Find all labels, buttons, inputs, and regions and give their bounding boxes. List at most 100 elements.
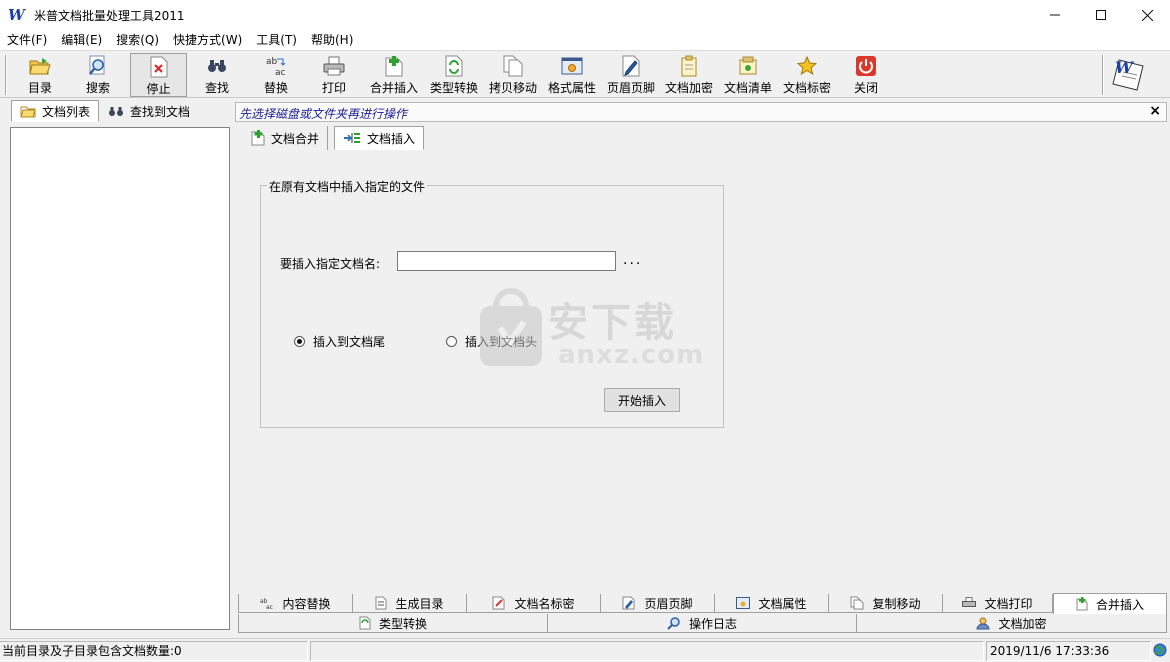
print-button[interactable]: 打印: [308, 53, 360, 97]
convert-icon: [443, 55, 465, 77]
tab-doc-merge[interactable]: 文档合并: [243, 126, 329, 150]
btab-doc-encrypt[interactable]: 文档加密: [856, 614, 1167, 633]
tab-doc-insert[interactable]: 文档插入: [334, 126, 425, 150]
svg-text:ac: ac: [266, 604, 273, 609]
close-icon: [1141, 9, 1153, 21]
app-icon: W: [8, 6, 25, 24]
panel-close-icon[interactable]: ×: [1149, 103, 1161, 119]
btab-copy-move[interactable]: 复制移动: [828, 594, 943, 613]
hint-bar: 先选择磁盘或文件夹再进行操作 ×: [235, 102, 1167, 122]
dir-button[interactable]: 目录: [14, 53, 66, 97]
replace-icon: ab ac: [260, 597, 274, 609]
word-doc-icon: W: [1111, 56, 1147, 92]
menu-tools[interactable]: 工具(T): [249, 30, 304, 50]
browse-button[interactable]: ...: [623, 252, 642, 268]
doc-plus-icon: [1076, 597, 1088, 611]
btab-doc-props[interactable]: 文档属性: [714, 594, 829, 613]
format-props-button[interactable]: 格式属性: [544, 53, 600, 97]
stop-button[interactable]: 停止: [130, 53, 187, 97]
left-panel: 文档列表 查找到文档: [3, 100, 232, 633]
menu-shortcut[interactable]: 快捷方式(W): [166, 30, 249, 50]
maximize-icon: [1096, 10, 1106, 20]
bottom-tabs-row2: 类型转换 操作日志 文档加密: [238, 614, 1167, 633]
toolbar-grip: [5, 55, 7, 95]
menu-search[interactable]: 搜索(Q): [109, 30, 166, 50]
properties-icon: [736, 597, 751, 609]
btab-name-mark[interactable]: 文档名标密: [466, 594, 601, 613]
file-tree[interactable]: [10, 127, 230, 630]
menu-file[interactable]: 文件(F): [0, 30, 54, 50]
list-icon: [737, 55, 759, 77]
properties-icon: [561, 55, 583, 77]
insert-icon: [343, 131, 361, 145]
search-button[interactable]: 搜索: [72, 53, 124, 97]
menu-help[interactable]: 帮助(H): [304, 30, 360, 50]
hint-text: 先选择磁盘或文件夹再进行操作: [239, 107, 408, 121]
header-footer-button[interactable]: 页眉页脚: [603, 53, 659, 97]
tab-found-docs[interactable]: 查找到文档: [99, 100, 199, 122]
doc-mark-button[interactable]: 文档标密: [779, 53, 835, 97]
binoculars-icon: [206, 55, 228, 77]
user-lock-icon: [976, 616, 990, 630]
close-app-button[interactable]: 关闭: [840, 53, 892, 97]
doc-count-status: 当前目录及子目录包含文档数量:0: [0, 641, 308, 661]
bottom-tabs-row1: ab ac 内容替换 生成目录 文档名标密 页眉页脚 文档属性 复制移动 文档打印…: [238, 593, 1167, 615]
word-logo: W: [1109, 53, 1149, 97]
radio-insert-tail[interactable]: 插入到文档尾: [294, 333, 385, 350]
minimize-button[interactable]: [1032, 0, 1078, 30]
btab-op-log[interactable]: 操作日志: [547, 614, 857, 633]
menu-edit[interactable]: 编辑(E): [54, 30, 109, 50]
type-convert-button[interactable]: 类型转换: [426, 53, 482, 97]
radio-tail-indicator[interactable]: [294, 336, 305, 347]
globe-icon: [1153, 643, 1167, 660]
svg-text:ac: ac: [275, 68, 286, 77]
radio-head-indicator[interactable]: [446, 336, 457, 347]
encrypt-button[interactable]: 文档加密: [661, 53, 717, 97]
window-title: 米普文档批量处理工具2011: [34, 8, 185, 23]
btab-content-replace[interactable]: ab ac 内容替换: [238, 594, 353, 613]
title-bar: W 米普文档批量处理工具2011: [0, 0, 1170, 30]
search-icon: [667, 616, 681, 630]
btab-gen-toc[interactable]: 生成目录: [352, 594, 467, 613]
doc-list-button[interactable]: 文档清单: [720, 53, 776, 97]
operation-tabs: 文档合并 文档插入: [243, 126, 425, 150]
folder-icon: [20, 104, 36, 118]
merge-insert-button[interactable]: 合并插入: [366, 53, 422, 97]
minimize-icon: [1050, 14, 1060, 16]
lock-doc-icon: [678, 55, 700, 77]
find-button[interactable]: 查找: [191, 53, 243, 97]
toolbar: 目录 搜索 停止 查找 ab ac 替换 打印 合并插入 类型转换 拷贝移动 格…: [0, 50, 1170, 98]
star-icon: [796, 55, 818, 77]
tab-doc-list[interactable]: 文档列表: [11, 100, 100, 122]
btab-merge-insert[interactable]: 合并插入: [1053, 593, 1167, 615]
edit-page-icon: [620, 55, 642, 77]
replace-button[interactable]: ab ac 替换: [250, 53, 302, 97]
copy-move-button[interactable]: 拷贝移动: [485, 53, 541, 97]
left-tabs: 文档列表 查找到文档: [11, 100, 199, 122]
svg-text:W: W: [1115, 58, 1135, 77]
watermark: 安下载 anxz.com: [476, 288, 703, 372]
doc-name-input[interactable]: [397, 251, 616, 271]
toc-icon: [375, 596, 387, 610]
groupbox-title: 在原有文档中插入指定的文件: [267, 178, 428, 195]
watermark-subtext: anxz.com: [558, 340, 705, 370]
btab-header-footer[interactable]: 页眉页脚: [600, 594, 715, 613]
copy-icon: [502, 55, 524, 77]
replace-icon: ab ac: [265, 55, 287, 77]
binoculars-icon: [108, 105, 124, 118]
btab-doc-print[interactable]: 文档打印: [942, 594, 1053, 613]
status-bar: 当前目录及子目录包含文档数量:0 2019/11/6 17:33:36: [0, 638, 1170, 662]
search-icon: [87, 55, 109, 77]
printer-icon: [323, 55, 345, 77]
power-icon: [855, 55, 877, 77]
doc-name-label: 要插入指定文档名:: [280, 257, 381, 271]
maximize-button[interactable]: [1078, 0, 1124, 30]
start-insert-button[interactable]: 开始插入: [604, 388, 680, 412]
folder-open-icon: [29, 55, 51, 77]
doc-plus-icon: [251, 130, 265, 146]
window-close-button[interactable]: [1124, 0, 1170, 30]
stop-icon: [148, 56, 170, 78]
btab-type-convert[interactable]: 类型转换: [238, 614, 548, 633]
menu-bar: 文件(F) 编辑(E) 搜索(Q) 快捷方式(W) 工具(T) 帮助(H): [0, 30, 1170, 50]
printer-icon: [962, 597, 977, 609]
